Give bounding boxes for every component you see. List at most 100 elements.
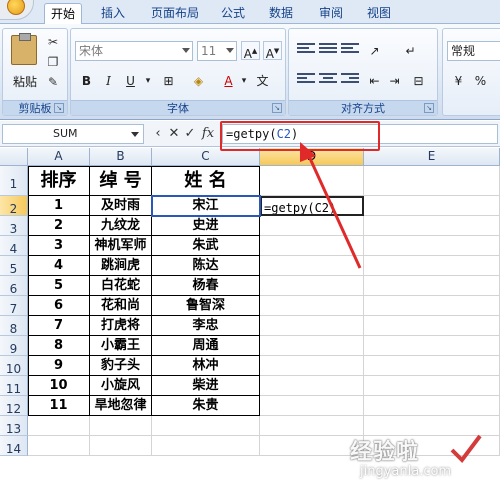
- row-header-13[interactable]: 13: [0, 416, 28, 436]
- empty-cell[interactable]: [90, 436, 152, 456]
- empty-cell[interactable]: [364, 166, 500, 196]
- clipboard-launcher-icon[interactable]: ↘: [54, 103, 64, 113]
- table-cell[interactable]: 豹子头: [90, 356, 152, 376]
- align-bottom-icon[interactable]: [341, 43, 359, 57]
- chevron-down-icon[interactable]: [131, 132, 139, 137]
- empty-cell[interactable]: [28, 436, 90, 456]
- align-right-icon[interactable]: [341, 73, 359, 87]
- column-header-d[interactable]: D: [260, 148, 364, 166]
- empty-cell[interactable]: [260, 216, 364, 236]
- office-button[interactable]: [0, 0, 34, 20]
- row-header-4[interactable]: 4: [0, 236, 28, 256]
- enter-icon[interactable]: ✓: [182, 125, 198, 143]
- table-cell[interactable]: 4: [28, 256, 90, 276]
- cut-icon[interactable]: ✂: [45, 35, 61, 49]
- cancel-icon[interactable]: ✕: [166, 125, 182, 143]
- row-header-1[interactable]: 1: [0, 166, 28, 196]
- name-box[interactable]: SUM: [2, 124, 144, 144]
- column-header-c[interactable]: C: [152, 148, 260, 166]
- empty-cell[interactable]: [260, 396, 364, 416]
- table-header-cell[interactable]: 排序: [28, 166, 90, 196]
- table-cell[interactable]: 宋江: [152, 196, 260, 216]
- font-launcher-icon[interactable]: ↘: [272, 103, 282, 113]
- merge-center-icon[interactable]: ⊟: [409, 71, 428, 90]
- insert-function-icon[interactable]: fx: [200, 125, 216, 143]
- alignment-launcher-icon[interactable]: ↘: [424, 103, 434, 113]
- borders-icon[interactable]: ⊞: [159, 71, 178, 90]
- empty-cell[interactable]: [260, 436, 364, 456]
- empty-cell[interactable]: [364, 376, 500, 396]
- row-header-10[interactable]: 10: [0, 356, 28, 376]
- empty-cell[interactable]: [152, 416, 260, 436]
- percent-icon[interactable]: %: [471, 71, 490, 90]
- underline-button[interactable]: U: [121, 71, 140, 90]
- table-cell[interactable]: 朱贵: [152, 396, 260, 416]
- font-color-icon[interactable]: A: [219, 71, 238, 90]
- table-cell[interactable]: 6: [28, 296, 90, 316]
- align-middle-icon[interactable]: [319, 43, 337, 57]
- table-cell[interactable]: 11: [28, 396, 90, 416]
- table-header-cell[interactable]: 姓 名: [152, 166, 260, 196]
- align-center-icon[interactable]: [319, 73, 337, 87]
- empty-cell[interactable]: [364, 356, 500, 376]
- expand-icon[interactable]: ‹: [150, 125, 166, 143]
- row-header-8[interactable]: 8: [0, 316, 28, 336]
- empty-cell[interactable]: [364, 396, 500, 416]
- column-header-a[interactable]: A: [28, 148, 90, 166]
- paste-button-label[interactable]: 粘贴: [13, 73, 37, 90]
- empty-cell[interactable]: [260, 296, 364, 316]
- spreadsheet-grid[interactable]: A B C D E 1 排序绰 号姓 名 2 1 及时雨 宋江 =getpy(C2) 3 2 九纹龙 史进 4 3…: [0, 148, 500, 494]
- empty-cell[interactable]: [364, 336, 500, 356]
- align-left-icon[interactable]: [297, 73, 315, 87]
- row-header-5[interactable]: 5: [0, 256, 28, 276]
- bold-button[interactable]: B: [77, 71, 96, 90]
- editing-cell-d2[interactable]: =getpy(C2): [260, 196, 364, 216]
- empty-cell[interactable]: [364, 276, 500, 296]
- empty-cell[interactable]: [364, 196, 500, 216]
- table-cell[interactable]: 小霸王: [90, 336, 152, 356]
- empty-cell[interactable]: [260, 416, 364, 436]
- row-header-12[interactable]: 12: [0, 396, 28, 416]
- orientation-icon[interactable]: ↗: [365, 41, 384, 60]
- table-cell[interactable]: 跳涧虎: [90, 256, 152, 276]
- table-cell[interactable]: 林冲: [152, 356, 260, 376]
- empty-cell[interactable]: [260, 256, 364, 276]
- tab-view[interactable]: 视图: [364, 3, 394, 24]
- row-header-9[interactable]: 9: [0, 336, 28, 356]
- empty-cell[interactable]: [364, 436, 500, 456]
- empty-cell[interactable]: [364, 416, 500, 436]
- shrink-font-button[interactable]: A▼: [263, 41, 282, 61]
- empty-cell[interactable]: [28, 416, 90, 436]
- table-cell[interactable]: 李忠: [152, 316, 260, 336]
- tab-review[interactable]: 审阅: [316, 3, 346, 24]
- table-cell[interactable]: 9: [28, 356, 90, 376]
- number-format-combo[interactable]: 常规: [447, 41, 500, 61]
- table-cell[interactable]: 陈达: [152, 256, 260, 276]
- table-cell[interactable]: 打虎将: [90, 316, 152, 336]
- empty-cell[interactable]: [260, 276, 364, 296]
- paste-icon[interactable]: [11, 33, 37, 65]
- currency-icon[interactable]: ¥: [449, 71, 468, 90]
- table-cell[interactable]: 旱地忽律: [90, 396, 152, 416]
- table-cell[interactable]: 九纹龙: [90, 216, 152, 236]
- increase-indent-icon[interactable]: ⇥: [385, 71, 404, 90]
- row-header-7[interactable]: 7: [0, 296, 28, 316]
- empty-cell[interactable]: [364, 256, 500, 276]
- column-header-e[interactable]: E: [364, 148, 500, 166]
- table-cell[interactable]: 5: [28, 276, 90, 296]
- align-top-icon[interactable]: [297, 43, 315, 57]
- grow-font-button[interactable]: A▲: [241, 41, 260, 61]
- table-cell[interactable]: 2: [28, 216, 90, 236]
- row-header-6[interactable]: 6: [0, 276, 28, 296]
- row-header-2[interactable]: 2: [0, 196, 28, 216]
- phonetic-icon[interactable]: 文: [253, 71, 272, 90]
- empty-cell[interactable]: [90, 416, 152, 436]
- empty-cell[interactable]: [260, 336, 364, 356]
- select-all-corner[interactable]: [0, 148, 28, 166]
- table-cell[interactable]: 杨春: [152, 276, 260, 296]
- empty-cell[interactable]: [260, 376, 364, 396]
- decrease-indent-icon[interactable]: ⇤: [365, 71, 384, 90]
- column-header-b[interactable]: B: [90, 148, 152, 166]
- table-cell[interactable]: 周通: [152, 336, 260, 356]
- table-cell[interactable]: 朱武: [152, 236, 260, 256]
